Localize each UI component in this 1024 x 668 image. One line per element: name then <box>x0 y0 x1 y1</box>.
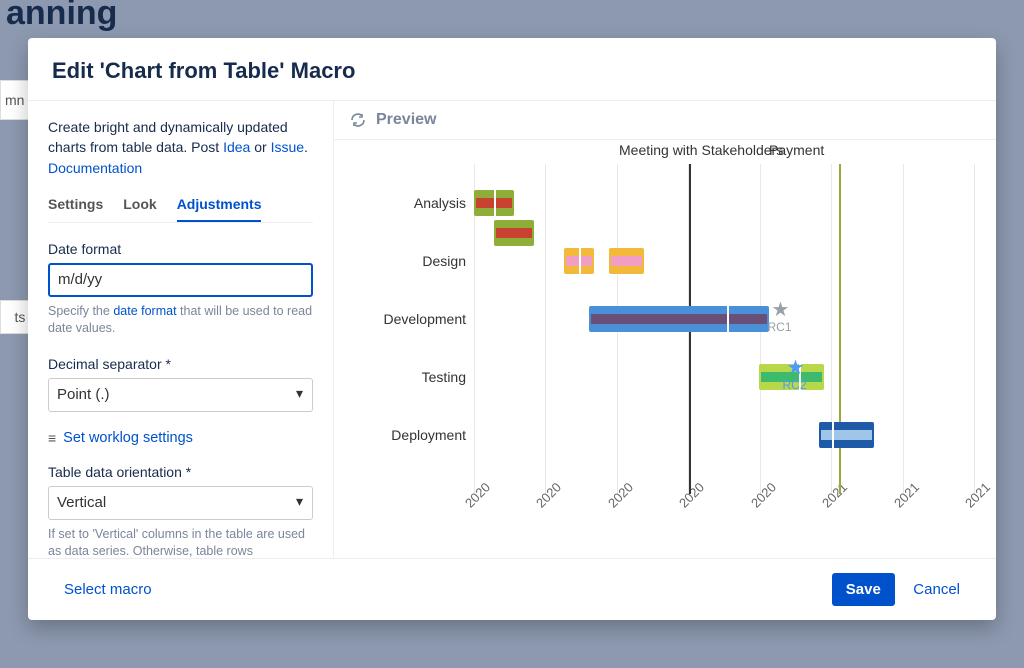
refresh-icon[interactable] <box>350 112 366 128</box>
gantt-row-label: Testing <box>334 369 466 385</box>
gantt-preview-chart: 2020 2020 2020 2020 2020 2021 2021 2021 Meeting … <box>334 140 996 558</box>
gantt-bar <box>819 422 874 448</box>
milestone-star-icon: ★ <box>787 358 805 378</box>
worklog-label: Set worklog settings <box>63 430 193 446</box>
milestone-label: RC2 <box>783 378 807 392</box>
x-tick: 2020 <box>462 480 495 513</box>
tab-adjustments[interactable]: Adjustments <box>177 192 262 222</box>
gantt-bar <box>564 248 594 274</box>
x-tick: 2020 <box>605 480 638 513</box>
x-tick: 2020 <box>676 480 709 513</box>
x-tick: 2020 <box>748 480 781 513</box>
event-label: Meeting with Stakeholders <box>619 142 783 158</box>
cancel-button[interactable]: Cancel <box>899 573 974 606</box>
settings-pane: Create bright and dynamically updated ch… <box>28 101 334 558</box>
documentation-link[interactable]: Documentation <box>48 160 142 176</box>
select-macro-link[interactable]: Select macro <box>50 573 166 606</box>
event-label: Payment <box>769 142 824 158</box>
tab-settings[interactable]: Settings <box>48 192 103 222</box>
description: Create bright and dynamically updated ch… <box>48 117 313 178</box>
x-tick: 2021 <box>819 480 852 513</box>
modal-title: Edit 'Chart from Table' Macro <box>28 38 996 100</box>
gantt-bar <box>609 248 644 274</box>
tab-look[interactable]: Look <box>123 192 156 222</box>
gantt-row-label: Analysis <box>334 195 466 211</box>
milestone-star-icon: ★ <box>772 300 790 320</box>
preview-pane: Preview 2020 2020 2020 2020 2020 2021 2021 2021… <box>334 101 996 558</box>
gantt-row-label: Development <box>334 311 466 327</box>
date-format-label: Date format <box>48 241 313 257</box>
date-format-hint: Specify the date format that will be use… <box>48 303 313 338</box>
orientation-label: Table data orientation * <box>48 464 313 480</box>
save-button[interactable]: Save <box>832 573 895 606</box>
gantt-row-label: Design <box>334 253 466 269</box>
decimal-select[interactable]: Point (.) <box>48 378 313 412</box>
gantt-bar <box>494 220 534 246</box>
x-tick: 2020 <box>533 480 566 513</box>
decimal-label: Decimal separator * <box>48 356 313 372</box>
date-format-input[interactable] <box>48 263 313 297</box>
idea-link[interactable]: Idea <box>223 139 250 155</box>
gantt-bar <box>474 190 514 216</box>
worklog-settings-link[interactable]: ≡ Set worklog settings <box>48 430 313 446</box>
orientation-hint: If set to 'Vertical' columns in the tabl… <box>48 526 313 558</box>
desc-period: . <box>304 139 308 155</box>
macro-editor-modal: Edit 'Chart from Table' Macro Create bri… <box>28 38 996 620</box>
bg-partial-title: anning <box>6 0 117 33</box>
x-tick: 2021 <box>962 480 995 513</box>
date-format-hint-link[interactable]: date format <box>113 304 176 318</box>
gantt-bar <box>589 306 769 332</box>
issue-link[interactable]: Issue <box>271 139 304 155</box>
orientation-select[interactable]: Vertical <box>48 486 313 520</box>
x-tick: 2021 <box>891 480 924 513</box>
tabs: Settings Look Adjustments <box>48 192 313 223</box>
milestone-label: RC1 <box>768 320 792 334</box>
list-icon: ≡ <box>48 430 55 446</box>
gantt-row-label: Deployment <box>334 427 466 443</box>
preview-title: Preview <box>376 111 436 129</box>
desc-or: or <box>250 139 270 155</box>
